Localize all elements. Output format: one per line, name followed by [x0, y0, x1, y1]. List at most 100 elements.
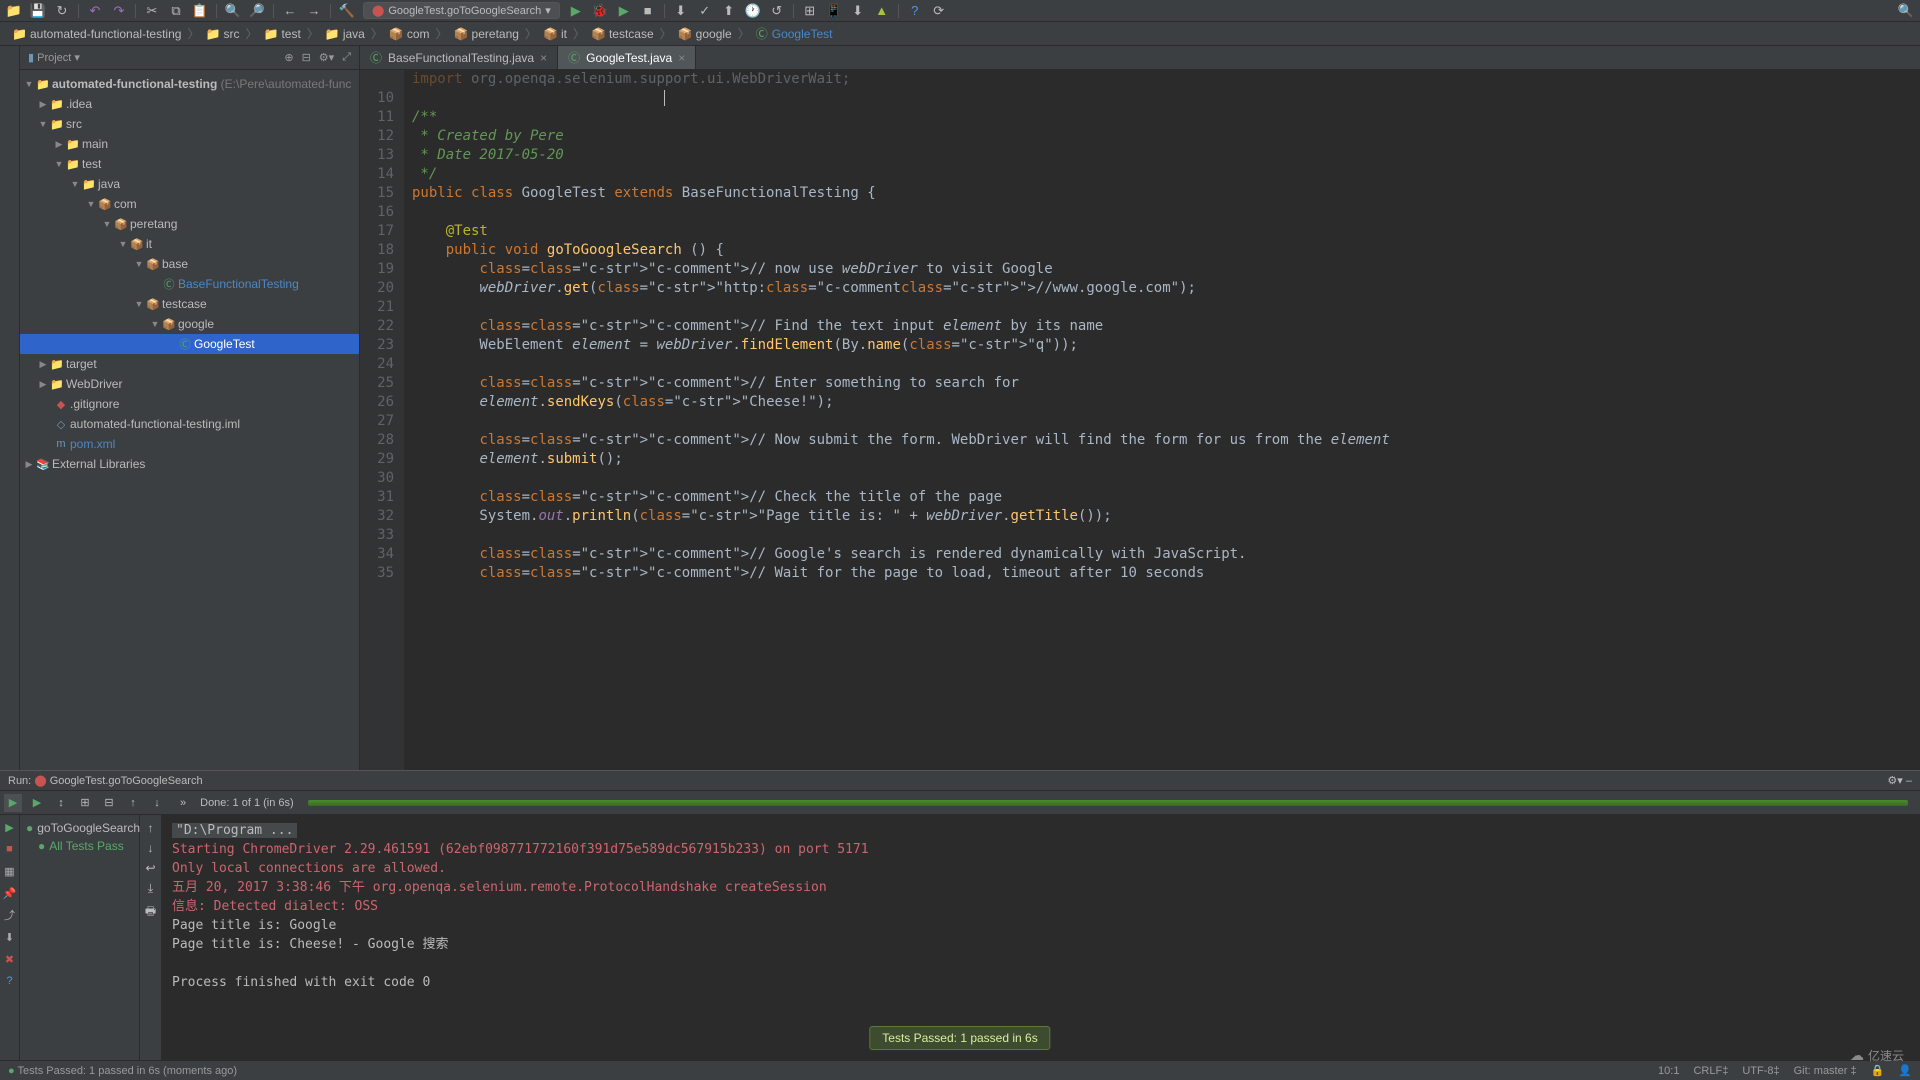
- tree-googletest[interactable]: ⒸGoogleTest: [20, 334, 359, 354]
- undo-icon[interactable]: ↶: [87, 3, 103, 19]
- revert-icon[interactable]: ↺: [769, 3, 785, 19]
- crumb-0[interactable]: 📁automated-functional-testing: [8, 27, 185, 41]
- crumb-2[interactable]: 📁test: [259, 27, 304, 41]
- tree-idea[interactable]: ▶📁.idea: [20, 94, 359, 114]
- commit-icon[interactable]: ✓: [697, 3, 713, 19]
- tree-gitignore[interactable]: ◆.gitignore: [20, 394, 359, 414]
- collapse-icon[interactable]: ⊟: [100, 794, 118, 812]
- tree-src[interactable]: ▼📁src: [20, 114, 359, 134]
- code-content[interactable]: import org.openqa.selenium.support.ui.We…: [404, 70, 1920, 770]
- tree-peretang[interactable]: ▼📦peretang: [20, 214, 359, 234]
- paste-icon[interactable]: 📋: [192, 3, 208, 19]
- tree-base[interactable]: ▼📦base: [20, 254, 359, 274]
- test-root[interactable]: ●goToGoogleSearch: [24, 819, 135, 837]
- history-icon[interactable]: 🕐: [745, 3, 761, 19]
- rerun-icon[interactable]: ▶: [2, 819, 18, 835]
- replace-icon[interactable]: 🔎: [249, 3, 265, 19]
- encoding[interactable]: UTF-8‡: [1742, 1065, 1779, 1077]
- print-icon[interactable]: 🖶: [145, 902, 156, 923]
- settings-icon[interactable]: ⚙▾: [319, 51, 334, 64]
- next-icon[interactable]: ↓: [148, 794, 166, 812]
- rerun-failed-icon[interactable]: ▶: [28, 794, 46, 812]
- crumb-5[interactable]: 📦peretang: [450, 27, 523, 41]
- rerun-icon[interactable]: ▶: [4, 794, 22, 812]
- run-icon[interactable]: ▶: [568, 3, 584, 19]
- test-tree[interactable]: ●goToGoogleSearch ●All Tests Pass: [20, 815, 140, 1060]
- android-icon[interactable]: ▲: [874, 3, 890, 19]
- tree-basefunc[interactable]: ⒸBaseFunctionalTesting: [20, 274, 359, 294]
- console-output[interactable]: "D:\Program ...Starting ChromeDriver 2.2…: [162, 815, 1920, 1060]
- collapse-icon[interactable]: ⊟: [302, 51, 311, 64]
- tree-iml[interactable]: ◇automated-functional-testing.iml: [20, 414, 359, 434]
- copy-icon[interactable]: ⧉: [168, 3, 184, 19]
- close-icon[interactable]: ×: [540, 51, 547, 65]
- sort-icon[interactable]: ↕: [52, 794, 70, 812]
- save-icon[interactable]: 💾: [30, 3, 46, 19]
- build-icon[interactable]: 🔨: [339, 3, 355, 19]
- dump-icon[interactable]: ⬇: [2, 929, 18, 945]
- project-label[interactable]: Project: [37, 52, 71, 64]
- structure-icon[interactable]: ⊞: [802, 3, 818, 19]
- sdk-icon[interactable]: ⬇: [850, 3, 866, 19]
- crumb-3[interactable]: 📁java: [321, 27, 369, 41]
- tree-java[interactable]: ▼📁java: [20, 174, 359, 194]
- tree-webdriver[interactable]: ▶📁WebDriver: [20, 374, 359, 394]
- cut-icon[interactable]: ✂: [144, 3, 160, 19]
- updates-icon[interactable]: ⟳: [931, 3, 947, 19]
- run-config-dropdown[interactable]: ⬤ GoogleTest.goToGoogleSearch ▾: [363, 2, 560, 19]
- find-icon[interactable]: 🔍: [225, 3, 241, 19]
- search-everywhere-icon[interactable]: 🔍: [1898, 3, 1914, 19]
- refresh-icon[interactable]: ↻: [54, 3, 70, 19]
- push-icon[interactable]: ⬆: [721, 3, 737, 19]
- prev-icon[interactable]: ↑: [124, 794, 142, 812]
- expand-icon[interactable]: ⊞: [76, 794, 94, 812]
- tree-main[interactable]: ▶📁main: [20, 134, 359, 154]
- wrap-icon[interactable]: ↩: [145, 861, 155, 875]
- left-tool-gutter[interactable]: [0, 46, 20, 770]
- up-icon[interactable]: ↑: [148, 821, 154, 835]
- crumb-4[interactable]: 📦com: [385, 27, 434, 41]
- stop-icon[interactable]: ■: [2, 841, 18, 857]
- line-ending[interactable]: CRLF‡: [1693, 1065, 1728, 1077]
- tree-root[interactable]: ▼📁automated-functional-testing (E:\Pere\…: [20, 74, 359, 94]
- scroll-from-icon[interactable]: ⊕: [284, 51, 293, 64]
- forward-icon[interactable]: →: [306, 3, 322, 19]
- tab-googletest[interactable]: ⒸGoogleTest.java×: [558, 46, 696, 69]
- exit-icon[interactable]: ⤴: [2, 907, 18, 923]
- tree-google[interactable]: ▼📦google: [20, 314, 359, 334]
- close-icon[interactable]: ×: [678, 51, 685, 65]
- crumb-1[interactable]: 📁src: [201, 27, 243, 41]
- pin-icon[interactable]: 📌: [2, 885, 18, 901]
- down-icon[interactable]: ↓: [148, 841, 154, 855]
- project-tree[interactable]: ▼📁automated-functional-testing (E:\Pere\…: [20, 70, 359, 770]
- debug-icon[interactable]: 🐞: [592, 3, 608, 19]
- help-icon[interactable]: ?: [907, 3, 923, 19]
- minimize-icon[interactable]: –: [1906, 775, 1912, 787]
- tree-target[interactable]: ▶📁target: [20, 354, 359, 374]
- caret-position[interactable]: 10:1: [1658, 1065, 1679, 1077]
- hide-icon[interactable]: ⤢: [342, 51, 351, 64]
- gear-icon[interactable]: ⚙▾: [1887, 775, 1902, 787]
- stop-icon[interactable]: ■: [640, 3, 656, 19]
- crumb-9[interactable]: ⒸGoogleTest: [752, 25, 837, 42]
- vcs-icon[interactable]: ⬇: [673, 3, 689, 19]
- coverage-icon[interactable]: ▶: [616, 3, 632, 19]
- git-branch[interactable]: Git: master ‡: [1794, 1065, 1857, 1077]
- crumb-8[interactable]: 📦google: [674, 27, 736, 41]
- crumb-6[interactable]: 📦it: [539, 27, 571, 41]
- open-icon[interactable]: 📁: [6, 3, 22, 19]
- scroll-icon[interactable]: ⤓: [148, 881, 153, 896]
- redo-icon[interactable]: ↷: [111, 3, 127, 19]
- back-icon[interactable]: ←: [282, 3, 298, 19]
- crumb-7[interactable]: 📦testcase: [587, 27, 658, 41]
- help-icon[interactable]: ?: [2, 973, 18, 989]
- tree-testcase[interactable]: ▼📦testcase: [20, 294, 359, 314]
- tree-extlib[interactable]: ▶📚External Libraries: [20, 454, 359, 474]
- close-icon[interactable]: ✖: [2, 951, 18, 967]
- avd-icon[interactable]: 📱: [826, 3, 842, 19]
- tab-basefunctionaltesting[interactable]: ⒸBaseFunctionalTesting.java×: [360, 46, 558, 69]
- tree-test[interactable]: ▼📁test: [20, 154, 359, 174]
- tree-it[interactable]: ▼📦it: [20, 234, 359, 254]
- layout-icon[interactable]: ▦: [2, 863, 18, 879]
- tree-com[interactable]: ▼📦com: [20, 194, 359, 214]
